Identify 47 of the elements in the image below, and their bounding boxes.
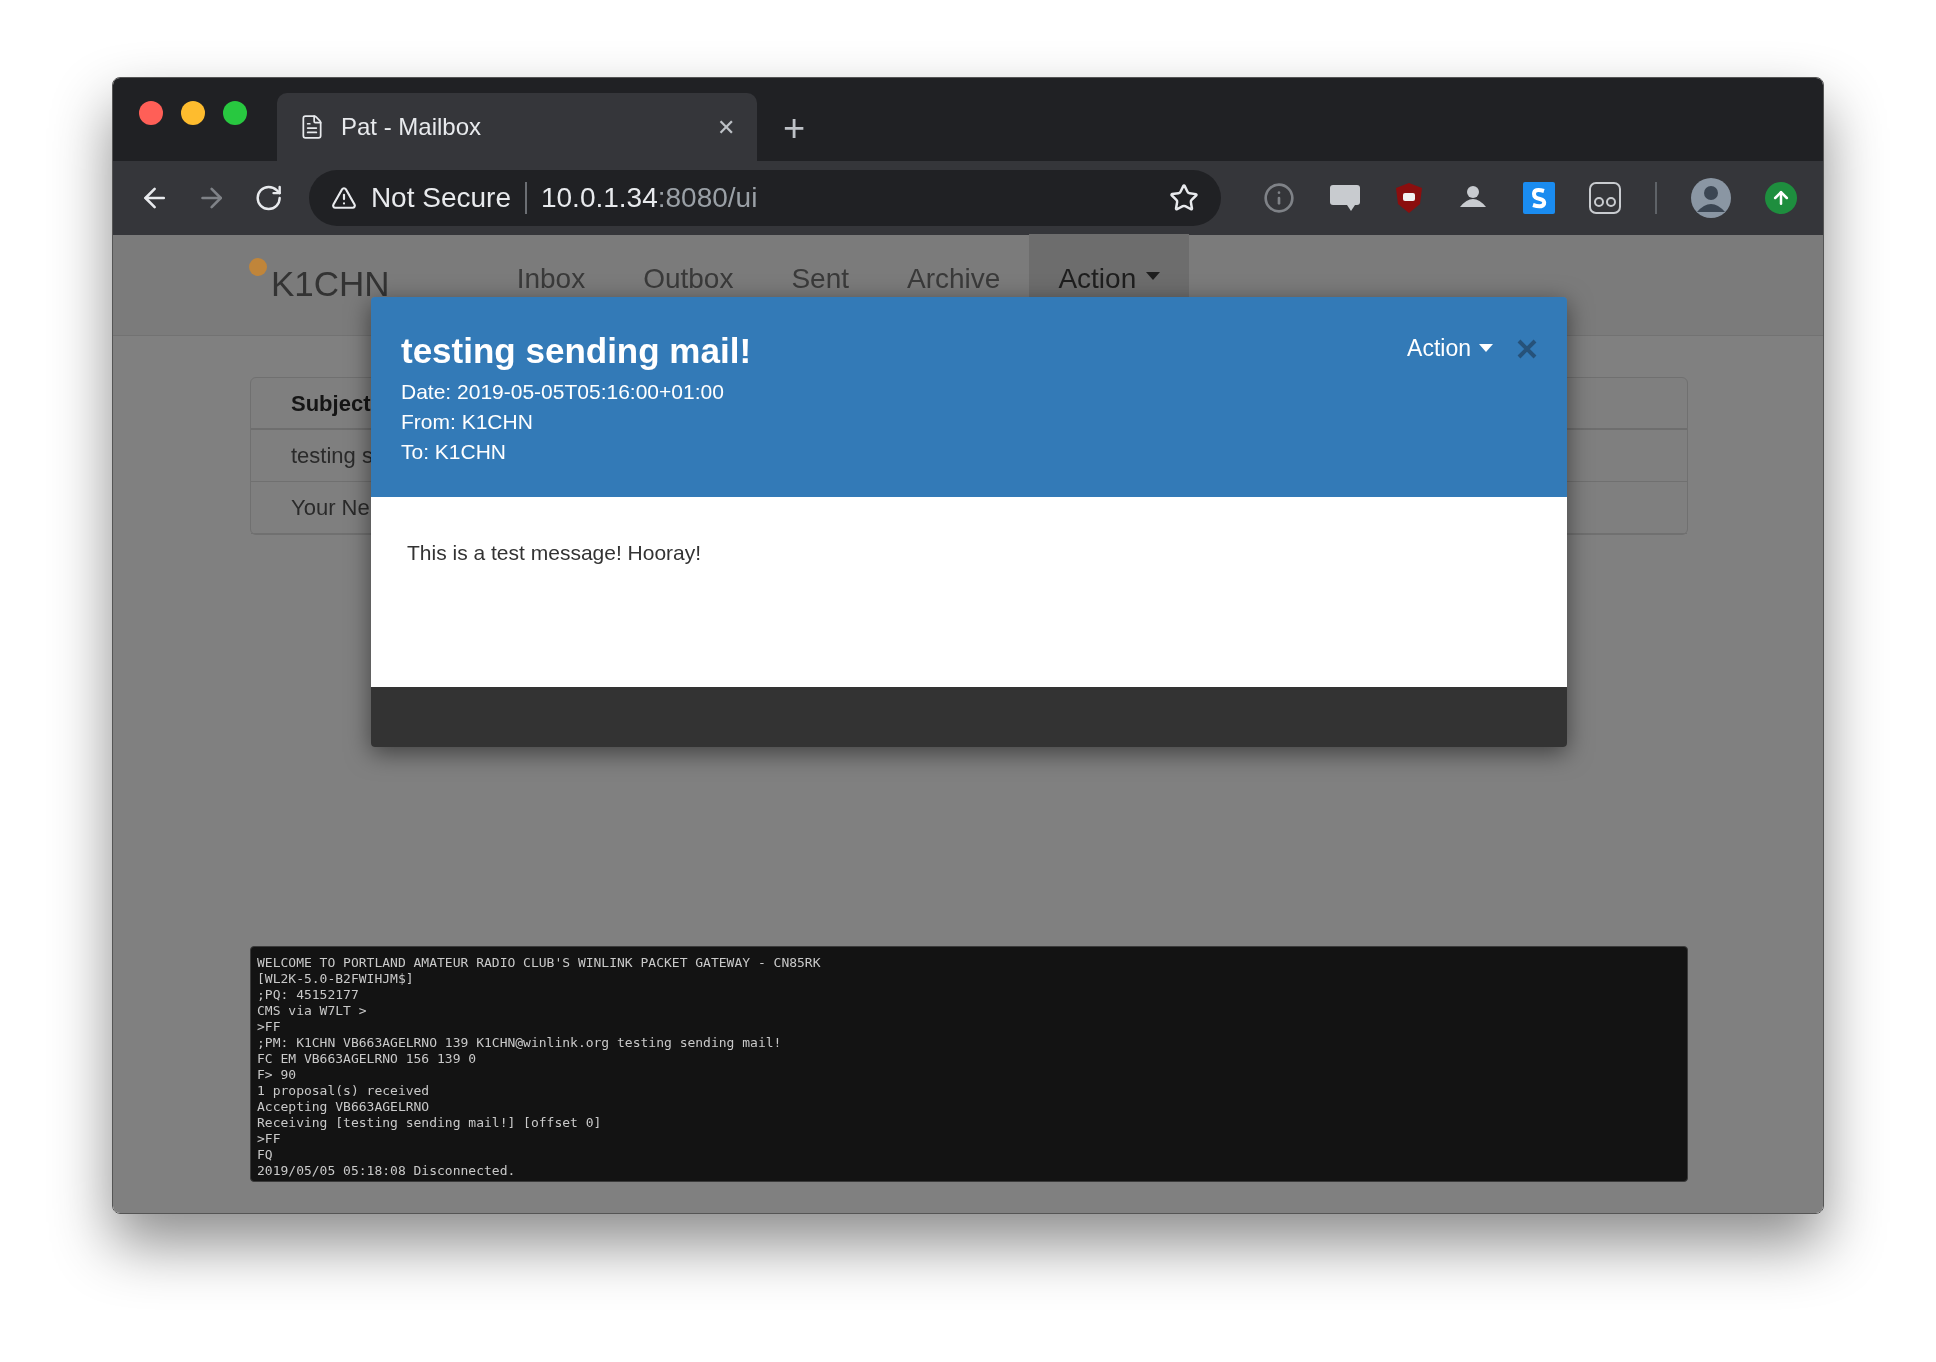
minimize-window-button[interactable] xyxy=(181,100,205,125)
url-text: 10.0.1.34:8080/ui xyxy=(540,181,758,215)
browser-tab[interactable]: Pat - Mailbox ✕ xyxy=(277,93,757,161)
message-title: testing sending mail! xyxy=(401,331,753,371)
log-line: WELCOME TO PORTLAND AMATEUR RADIO CLUB'S WINLINK PACKET GATEWAY - CN85RK xyxy=(257,955,822,971)
reload-button[interactable] xyxy=(253,183,283,213)
message-meta: From: K1CHN xyxy=(401,409,534,435)
message-meta: To: K1CHN xyxy=(401,439,508,465)
tab-title: Pat - Mailbox xyxy=(341,112,483,142)
update-button[interactable] xyxy=(1765,182,1797,214)
avatar[interactable] xyxy=(1691,178,1731,218)
arrow-up-icon xyxy=(1771,188,1791,208)
column-header: Subject xyxy=(291,389,371,418)
log-line: CMS via W7LT > xyxy=(257,1003,368,1019)
log-line: 1 proposal(s) received xyxy=(257,1083,431,1099)
log-line: ;PQ: 45152177 xyxy=(257,987,360,1003)
caret-icon xyxy=(1479,344,1493,353)
security-label: Not Secure xyxy=(370,181,511,215)
log-line: F> 90 xyxy=(257,1067,298,1083)
action-dropdown[interactable]: Action xyxy=(1407,331,1493,366)
warning-icon xyxy=(330,185,357,211)
log-line: Receiving [testing sending mail!] [offset 0] xyxy=(257,1115,603,1131)
message-meta: Date: 2019-05-05T05:16:00+01:00 xyxy=(401,379,725,405)
page-icon xyxy=(299,114,325,140)
log-line: [WL2K-5.0-B2FWIHJM$] xyxy=(257,971,415,987)
log-line: ;PM: K1CHN VB663AGELRNO 139 K1CHN@winlink.org testing sending mail! xyxy=(257,1035,783,1051)
log-line: 2019/05/05 05:18:08 Disconnected. xyxy=(257,1163,517,1179)
glasses-icon[interactable] xyxy=(1589,182,1621,214)
log-line: FC EM VB663AGELRNO 156 139 0 xyxy=(257,1051,478,1067)
css-extension-icon[interactable] xyxy=(1329,183,1361,213)
address-bar[interactable]: Not Secure 10.0.1.34:8080/ui xyxy=(308,170,1221,226)
caret-icon xyxy=(1146,272,1161,280)
brand-name: K1CHN xyxy=(271,263,390,305)
message-body: This is a test message! Hooray! xyxy=(407,541,702,564)
shield-icon[interactable] xyxy=(1395,182,1423,214)
maximize-window-button[interactable] xyxy=(223,100,247,125)
table-cell-text: Your Ne xyxy=(291,494,370,522)
info-icon[interactable] xyxy=(1263,182,1295,214)
new-tab-button[interactable]: + xyxy=(783,109,806,147)
log-line: >FF xyxy=(257,1131,282,1147)
bookmark-star-icon[interactable] xyxy=(1169,183,1199,213)
log-line: FQ xyxy=(257,1147,274,1163)
log-line: Accepting VB663AGELRNO xyxy=(257,1099,431,1115)
close-window-button[interactable] xyxy=(139,100,163,125)
letter-s-icon[interactable] xyxy=(1523,182,1555,214)
log-line: >FF xyxy=(257,1019,282,1035)
tab-close-button[interactable]: ✕ xyxy=(717,110,735,144)
